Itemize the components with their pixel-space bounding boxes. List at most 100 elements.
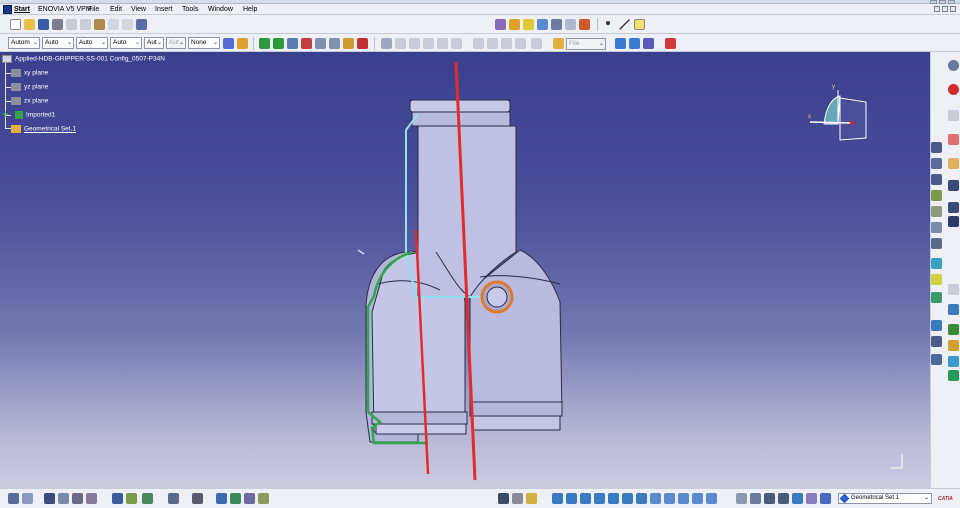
groove-icon[interactable] <box>948 216 959 227</box>
fill-icon[interactable] <box>931 238 942 249</box>
zoom-icon[interactable] <box>551 19 562 30</box>
pocket-icon[interactable] <box>948 180 959 191</box>
constraint-icon[interactable] <box>86 493 97 504</box>
catia-app-icon[interactable] <box>3 5 12 14</box>
shaft-icon[interactable] <box>948 202 959 213</box>
print-icon[interactable] <box>52 19 63 30</box>
pan-icon[interactable] <box>523 19 534 30</box>
pad-icon[interactable] <box>948 158 959 169</box>
fly-bottom-icon[interactable] <box>498 493 509 504</box>
plane-icon[interactable] <box>634 19 645 30</box>
tree-node-geometrical-set[interactable]: Geometrical Set.1 <box>11 125 76 134</box>
fit-all-bottom-icon[interactable] <box>552 493 563 504</box>
inertia-icon[interactable] <box>315 38 326 49</box>
view-icon-a[interactable] <box>409 38 420 49</box>
render-style-icon[interactable] <box>664 493 675 504</box>
tree-node-zx-plane[interactable]: zx plane <box>11 97 48 106</box>
cut-icon[interactable] <box>66 19 77 30</box>
view-top-icon[interactable] <box>244 493 255 504</box>
copy-icon[interactable] <box>80 19 91 30</box>
menu-tools[interactable]: Tools <box>182 5 198 14</box>
point-icon[interactable] <box>606 21 610 25</box>
line-tool-icon[interactable] <box>931 158 942 169</box>
snap-bottom-icon[interactable] <box>72 493 83 504</box>
file-select[interactable]: File ⌄ <box>566 38 606 50</box>
hole-icon[interactable] <box>948 284 959 295</box>
light-icon[interactable] <box>526 493 537 504</box>
folder-icon[interactable] <box>553 38 564 49</box>
formula-bottom-icon[interactable] <box>8 493 19 504</box>
transparency-select[interactable]: Auto ⌄ <box>42 37 74 49</box>
point-tool-icon[interactable] <box>931 142 942 153</box>
new-icon[interactable] <box>10 19 21 30</box>
compass-icon[interactable] <box>259 38 270 49</box>
trim-icon[interactable] <box>931 292 942 303</box>
tree-node-imported1[interactable]: ✛ Imported1 <box>2 111 55 120</box>
3d-viewport[interactable]: y x Applied-HDB-GRIPPER-SS-001 Config_05… <box>0 52 930 488</box>
rotate-icon[interactable] <box>537 19 548 30</box>
shell-icon[interactable] <box>948 340 959 351</box>
menu-view[interactable]: View <box>131 5 146 14</box>
table-icon[interactable] <box>792 493 803 504</box>
sweep-icon[interactable] <box>931 222 942 233</box>
draft-icon[interactable] <box>931 336 942 347</box>
sketch-icon[interactable] <box>487 38 498 49</box>
redo-icon[interactable] <box>122 19 133 30</box>
analysis-icon[interactable] <box>329 38 340 49</box>
layer-select[interactable]: None ⌄ <box>188 37 220 49</box>
comment-icon[interactable] <box>22 493 33 504</box>
scan-icon[interactable] <box>142 493 153 504</box>
fillet-icon[interactable] <box>931 320 942 331</box>
whats-this-icon[interactable] <box>136 19 147 30</box>
zoom-in-icon[interactable] <box>594 493 605 504</box>
thickness-icon[interactable] <box>931 354 942 365</box>
doc-restore-button[interactable] <box>942 6 948 12</box>
hide-show-bottom-icon[interactable] <box>678 493 689 504</box>
normal-view-icon[interactable] <box>565 19 576 30</box>
pan-bottom-icon[interactable] <box>566 493 577 504</box>
exit-workbench-icon[interactable] <box>948 84 959 95</box>
rotate-bottom-icon[interactable] <box>580 493 591 504</box>
normal-view-bottom-icon[interactable] <box>622 493 633 504</box>
measure-bottom-icon[interactable] <box>778 493 789 504</box>
view-right-icon[interactable] <box>258 493 269 504</box>
view-icon-d[interactable] <box>451 38 462 49</box>
rib-icon[interactable] <box>948 304 959 315</box>
shading-icon[interactable] <box>706 493 717 504</box>
selection-icon[interactable] <box>736 493 747 504</box>
tree-node-yz-plane[interactable]: yz plane <box>11 83 48 92</box>
model-canvas[interactable]: y x <box>0 52 930 488</box>
menu-window[interactable]: Window <box>208 5 233 14</box>
pattern-tool-icon[interactable] <box>948 370 959 381</box>
catalog-icon[interactable] <box>473 38 484 49</box>
view-front-icon[interactable] <box>216 493 227 504</box>
axis-system-icon[interactable] <box>58 493 69 504</box>
tree-node-xy-plane[interactable]: xy plane <box>11 69 48 78</box>
point-type-select[interactable]: Aut ⌄ <box>144 37 164 49</box>
line-thickness-select[interactable]: Auto ⌄ <box>76 37 108 49</box>
undo-icon[interactable] <box>108 19 119 30</box>
revolve-icon[interactable] <box>931 206 942 217</box>
tree-root[interactable]: Applied-HDB-GRIPPER-SS-001 Config_0507-P… <box>2 55 165 64</box>
quick-view-icon[interactable] <box>579 19 590 30</box>
properties-icon[interactable] <box>237 38 248 49</box>
menu-start[interactable]: Start <box>14 5 30 14</box>
line-type-select[interactable]: Auto ⌄ <box>110 37 142 49</box>
sketcher-icon[interactable] <box>948 60 959 71</box>
view-icon-b[interactable] <box>423 38 434 49</box>
work-object-icon[interactable] <box>820 493 831 504</box>
measure-between-icon[interactable] <box>301 38 312 49</box>
examine-icon[interactable] <box>512 493 523 504</box>
iso-view-icon[interactable] <box>650 493 661 504</box>
open-icon[interactable] <box>24 19 35 30</box>
camera-icon[interactable] <box>192 493 203 504</box>
save-icon[interactable] <box>38 19 49 30</box>
surface-tool-icon[interactable] <box>931 174 942 185</box>
view-iso-icon[interactable] <box>230 493 241 504</box>
multi-view-icon[interactable] <box>636 493 647 504</box>
current-set-select[interactable]: Geometrical Set.1 ⌄ <box>838 493 932 504</box>
axis-bottom-icon[interactable] <box>764 493 775 504</box>
measure-icon[interactable] <box>287 38 298 49</box>
line-icon[interactable] <box>619 19 630 30</box>
pattern-icon[interactable] <box>531 38 542 49</box>
